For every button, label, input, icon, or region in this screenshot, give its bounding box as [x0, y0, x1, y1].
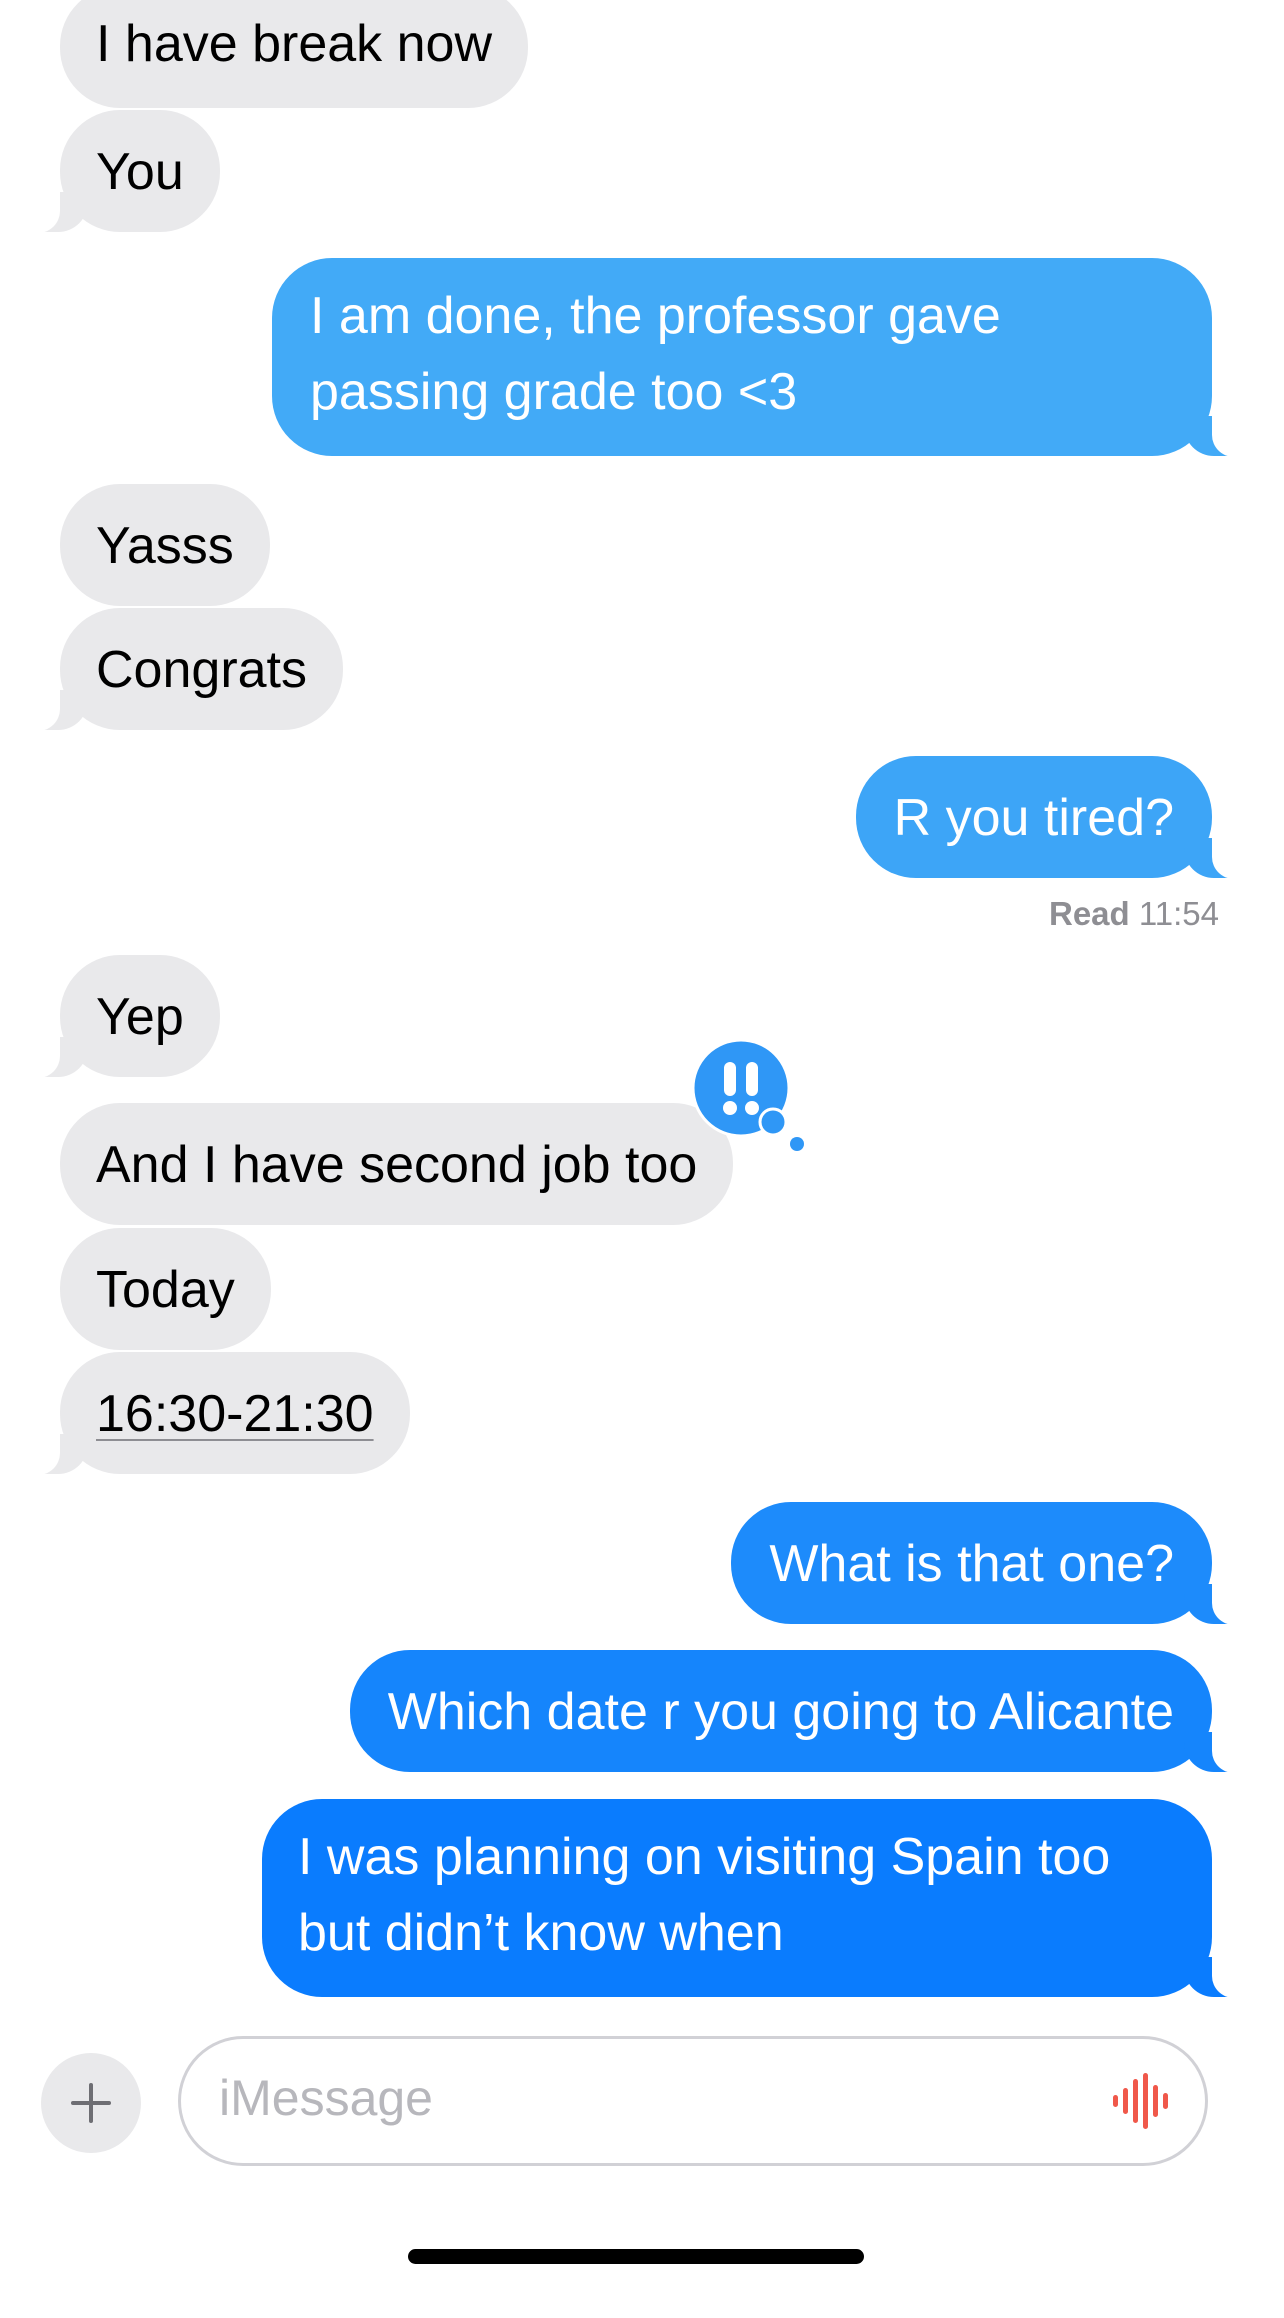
message-text: Congrats	[96, 641, 307, 699]
incoming-message[interactable]: Today	[60, 1228, 271, 1350]
incoming-message[interactable]: Yasss	[60, 484, 270, 606]
incoming-message[interactable]: Congrats	[30, 608, 343, 731]
incoming-message[interactable]: And I have second job too	[60, 1103, 734, 1225]
message-text: I am done, the professor gave passing gr…	[310, 287, 1001, 421]
double-exclamation-icon[interactable]	[693, 1040, 793, 1140]
outgoing-message[interactable]: What is that one?	[731, 1502, 1242, 1625]
plus-icon	[71, 2083, 111, 2123]
message-text: You	[96, 143, 184, 201]
outgoing-message[interactable]: Which date r you going to Alicante	[349, 1650, 1243, 1773]
message-text: Today	[96, 1261, 235, 1319]
message-text: Which date r you going to Alicante	[387, 1683, 1174, 1741]
read-label: Read	[1048, 895, 1130, 932]
message-text: R you tired?	[893, 789, 1174, 847]
message-text: What is that one?	[769, 1535, 1174, 1593]
message-text: And I have second job too	[96, 1136, 698, 1194]
incoming-message[interactable]: You	[30, 110, 220, 233]
incoming-message[interactable]: I have break now	[60, 0, 529, 108]
audio-waveform-icon[interactable]	[1111, 2071, 1173, 2131]
home-indicator[interactable]	[408, 2249, 864, 2264]
outgoing-message[interactable]: R you tired?	[855, 756, 1243, 879]
message-input[interactable]: iMessage	[178, 2036, 1208, 2166]
message-text: I was planning on visiting Spain too but…	[298, 1828, 1111, 1962]
message-text: Yasss	[96, 517, 234, 575]
incoming-message[interactable]: Yep	[30, 955, 220, 1078]
read-receipt: Read 11:54	[1049, 895, 1219, 933]
message-text: Yep	[96, 988, 184, 1046]
read-time: 11:54	[1138, 895, 1219, 932]
outgoing-message[interactable]: I was planning on visiting Spain too but…	[262, 1799, 1242, 1998]
input-placeholder: iMessage	[219, 2070, 433, 2126]
message-text: I have break now	[96, 15, 493, 73]
incoming-message[interactable]: 16:30-21:30	[30, 1352, 410, 1475]
apps-plus-button[interactable]	[41, 2053, 141, 2153]
outgoing-message[interactable]: I am done, the professor gave passing gr…	[272, 258, 1242, 457]
detected-time-link[interactable]: 16:30-21:30	[96, 1385, 374, 1443]
tapback-dot	[790, 1137, 804, 1151]
